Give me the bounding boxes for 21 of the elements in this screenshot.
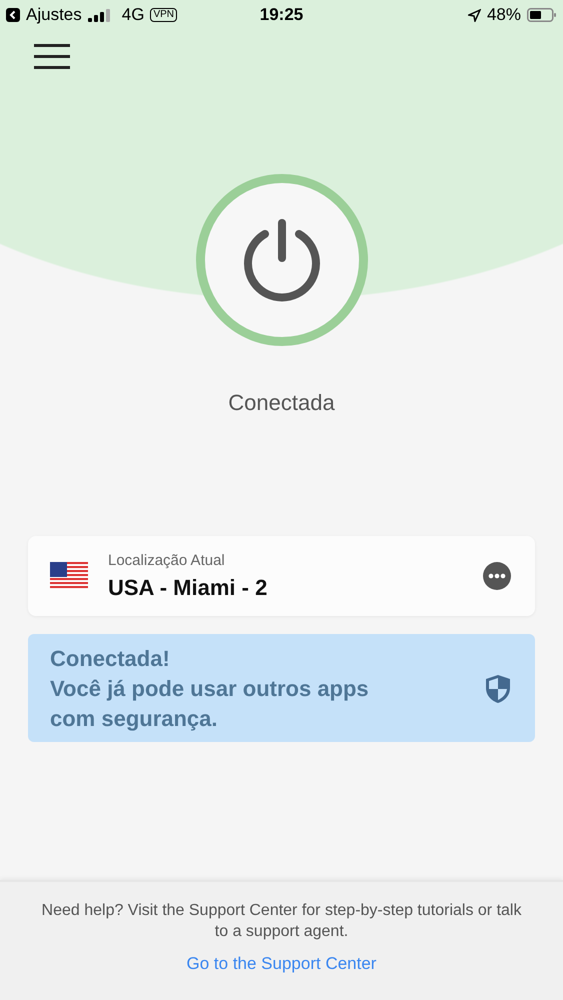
banner-message-line: Você já pode usar outros apps <box>50 675 370 703</box>
location-name: USA - Miami - 2 <box>108 574 268 600</box>
location-caption: Localização Atual <box>108 552 226 568</box>
location-arrow-icon <box>468 8 481 22</box>
banner-title: Conectada! <box>50 645 171 673</box>
battery-icon <box>527 8 557 22</box>
battery-percent: 48% <box>486 5 521 25</box>
flag-icon <box>50 562 88 590</box>
vpn-badge: VPN <box>150 8 177 22</box>
help-text: Need help? Visit the Support Center for step-by-step tutorials or talk to a support agent. <box>40 901 522 942</box>
clock: 19:25 <box>260 5 304 24</box>
network-label: 4G <box>122 5 144 25</box>
shield-icon <box>485 674 511 704</box>
connection-status: Conectada <box>228 390 335 416</box>
location-card[interactable]: Localização Atual USA - Miami - 2 <box>28 536 535 616</box>
menu-icon[interactable] <box>34 44 70 70</box>
back-icon[interactable] <box>6 8 20 22</box>
back-label[interactable]: Ajustes <box>26 5 82 25</box>
banner-message-line: com segurança. <box>50 705 219 733</box>
signal-icon <box>88 8 110 22</box>
more-icon[interactable] <box>483 562 511 590</box>
